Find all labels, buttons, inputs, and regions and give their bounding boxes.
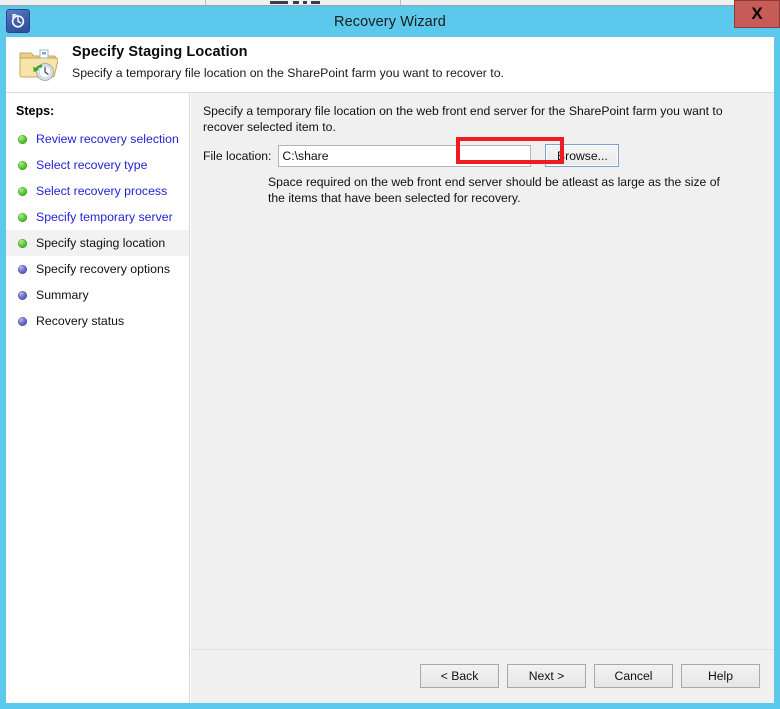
file-location-row: File location: Browse... [203, 144, 620, 167]
sidebar-item-specify-recovery-options[interactable]: Specify recovery options [6, 256, 189, 282]
background-seam [205, 0, 206, 5]
step-bullet-icon [18, 134, 27, 144]
dialog-body: Steps: Review recovery selection Select … [6, 93, 774, 703]
background-text-fragment [270, 1, 288, 4]
back-button[interactable]: < Back [420, 664, 499, 688]
sidebar-item-specify-temporary-server[interactable]: Specify temporary server [6, 204, 189, 230]
step-bullet-icon [18, 238, 27, 248]
cancel-button[interactable]: Cancel [594, 664, 673, 688]
help-button[interactable]: Help [681, 664, 760, 688]
wizard-button-row: < Back Next > Cancel Help [420, 664, 760, 688]
background-text-fragment [311, 1, 320, 4]
dialog-footer: < Back Next > Cancel Help [191, 651, 774, 703]
step-bullet-icon [18, 160, 27, 170]
step-bullet-icon [18, 290, 27, 300]
close-button[interactable]: X [734, 0, 780, 28]
sidebar-item-specify-staging-location[interactable]: Specify staging location [6, 230, 189, 256]
sidebar-item-label: Specify staging location [36, 236, 166, 250]
page-subtitle: Specify a temporary file location on the… [72, 66, 504, 80]
sidebar-item-label: Select recovery process [36, 184, 168, 198]
content-inner: Specify a temporary file location on the… [191, 93, 774, 650]
instruction-text: Specify a temporary file location on the… [203, 104, 723, 134]
page-title: Specify Staging Location [72, 44, 248, 60]
step-bullet-icon [18, 316, 27, 326]
space-requirement-note: Space required on the web front end serv… [268, 175, 720, 205]
sidebar-item-recovery-status[interactable]: Recovery status [6, 308, 189, 334]
steps-sidebar: Steps: Review recovery selection Select … [6, 93, 190, 703]
sidebar-item-label: Summary [36, 288, 89, 302]
sidebar-item-review-recovery-selection[interactable]: Review recovery selection [6, 126, 189, 152]
recovery-clock-icon [6, 9, 30, 33]
browse-button[interactable]: Browse... [545, 144, 620, 167]
file-location-input[interactable] [278, 144, 532, 167]
recovery-wizard-window: Recovery Wizard X Specify Staging Locati… [0, 0, 780, 709]
folder-recovery-icon [18, 45, 59, 83]
sidebar-item-summary[interactable]: Summary [6, 282, 189, 308]
window-titlebar: Recovery Wizard X [6, 0, 780, 37]
sidebar-item-label: Review recovery selection [36, 132, 179, 146]
wizard-header: Specify Staging Location Specify a tempo… [6, 37, 774, 93]
sidebar-item-label: Specify recovery options [36, 262, 170, 276]
file-location-label: File location: [203, 148, 272, 163]
steps-heading: Steps: [16, 104, 55, 118]
steps-list: Review recovery selection Select recover… [6, 126, 189, 334]
step-bullet-icon [18, 264, 27, 274]
content-pane: Specify a temporary file location on the… [191, 93, 774, 703]
step-bullet-icon [18, 186, 27, 196]
sidebar-item-select-recovery-type[interactable]: Select recovery type [6, 152, 189, 178]
background-text-fragment [303, 1, 307, 4]
background-text-fragment [293, 1, 299, 4]
sidebar-item-label: Recovery status [36, 314, 125, 328]
background-seam [400, 0, 401, 5]
window-title: Recovery Wizard [334, 13, 446, 30]
next-button[interactable]: Next > [507, 664, 586, 688]
dialog-client-area: Specify Staging Location Specify a tempo… [6, 37, 774, 703]
sidebar-item-label: Select recovery type [36, 158, 148, 172]
step-bullet-icon [18, 212, 27, 222]
sidebar-item-label: Specify temporary server [36, 210, 173, 224]
sidebar-item-select-recovery-process[interactable]: Select recovery process [6, 178, 189, 204]
